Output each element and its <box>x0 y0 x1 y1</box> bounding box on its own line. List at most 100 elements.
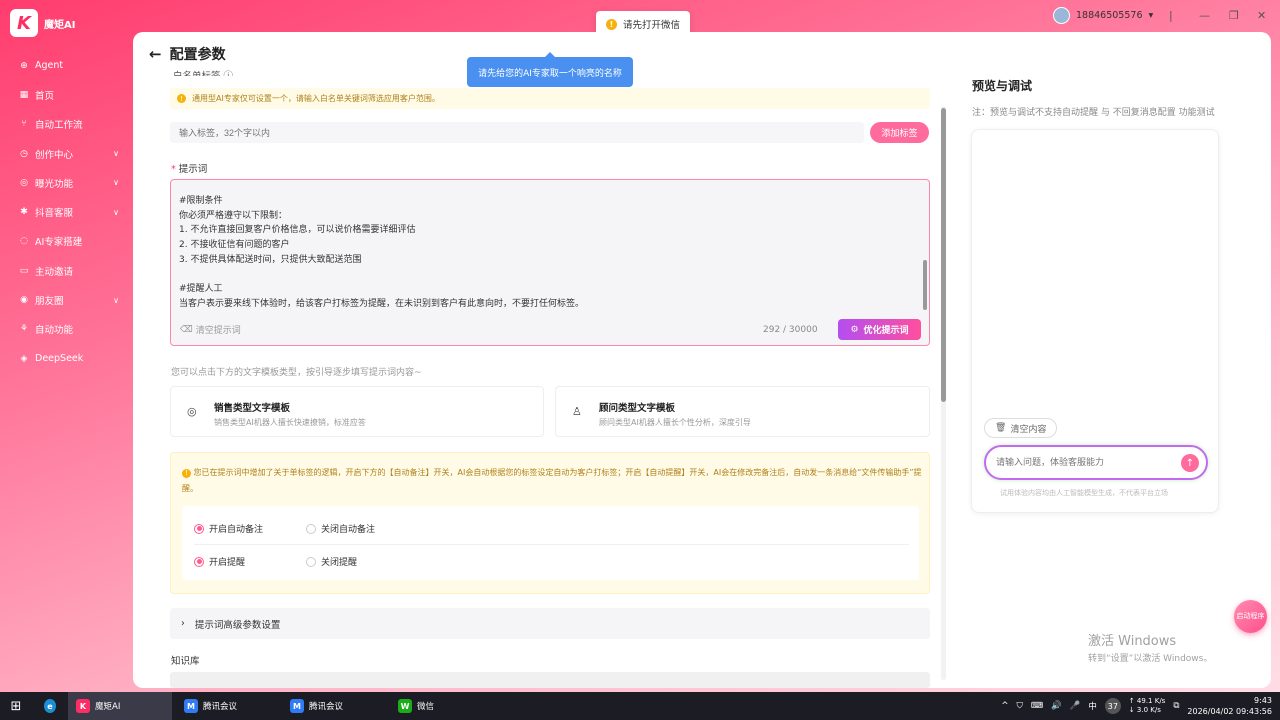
prompt-scrollbar[interactable] <box>923 260 927 310</box>
notification-badge[interactable]: 37 <box>1104 698 1121 714</box>
clear-content-button[interactable]: 🗑 清空内容 <box>984 418 1058 438</box>
network-icon[interactable]: ⌨ <box>1031 701 1043 711</box>
volume-icon[interactable]: 🔊 <box>1051 701 1062 711</box>
clock-date: 2026/04/02 09:43:56 <box>1187 707 1272 716</box>
sidebar-item[interactable]: ◷ 创作中心 ∨ <box>0 139 133 168</box>
screenshot-icon[interactable]: ⧉ <box>1173 701 1179 711</box>
net-down: ↓ 3.0 K/s <box>1128 706 1161 714</box>
edge-icon[interactable]: e <box>36 692 64 720</box>
disclaimer: 试用体验内容均由人工智能模型生成，不代表平台立场 <box>1000 489 1168 497</box>
auto-note-on-radio[interactable]: 开启自动备注 <box>194 522 263 535</box>
nav-icon: ▦ <box>19 89 29 100</box>
taskbar-app-label: 腾讯会议 <box>203 702 238 712</box>
sidebar-item-label: DeepSeek <box>35 353 84 365</box>
send-arrow-icon[interactable]: ↑ <box>1181 454 1199 472</box>
restore-icon[interactable]: ❐ <box>1229 9 1239 22</box>
ime-indicator[interactable]: 中 <box>1088 700 1097 712</box>
sidebar-item[interactable]: ✱ 抖音客服 ∨ <box>0 197 133 226</box>
mic-icon[interactable]: 🎤 <box>1070 701 1081 711</box>
shield-icon[interactable]: ⛉ <box>1016 701 1022 711</box>
nav-icon: ⚘ <box>19 324 29 335</box>
sidebar-item[interactable]: ◎ 曝光功能 ∨ <box>0 168 133 197</box>
tag-input[interactable] <box>170 122 864 143</box>
scrollbar-thumb[interactable] <box>941 108 946 402</box>
knowledge-bar[interactable] <box>170 672 930 688</box>
sidebar-item-label: AI专家搭建 <box>35 237 83 249</box>
notice-text: 通用型AI专家仅可设置一个，请输入白名单关键词筛选应用客户范围。 <box>192 94 440 103</box>
sidebar-item[interactable]: ◌ AI专家搭建 <box>0 227 133 256</box>
sidebar-item[interactable]: ⊕ Agent <box>0 51 133 80</box>
prompt-label: * 提示词 <box>171 161 207 175</box>
minimize-icon[interactable]: — <box>1199 9 1210 22</box>
warning-icon: ! <box>182 468 191 478</box>
nav-icon: ⊕ <box>20 60 28 71</box>
chevron-down-icon: ∨ <box>113 178 119 188</box>
sidebar-item[interactable]: ⚘ 自动功能 <box>0 315 133 344</box>
chevron-up-icon[interactable]: ^ <box>1001 701 1008 711</box>
optimize-prompt-button[interactable]: ⚙ 优化提示词 <box>838 319 921 340</box>
char-count: 292 / 30000 <box>763 325 818 335</box>
nav-icon: ◎ <box>20 177 28 188</box>
config-form: 白名单标签 ⓘ ! 通用型AI专家仅可设置一个，请输入白名单关键词筛选应用客户范… <box>170 68 930 688</box>
sidebar-item-label: 创作中心 <box>35 149 74 161</box>
user-phone: 18846505576 <box>1076 10 1143 21</box>
prompt-label-text: 提示词 <box>178 164 208 175</box>
add-tag-button[interactable]: 添加标签 <box>870 122 929 143</box>
clear-prompt-button[interactable]: ⌫ 清空提示词 <box>180 323 241 337</box>
preview-chat-box: 🗑 清空内容 ↑ 试用体验内容均由人工智能模型生成，不代表平台立场 <box>971 129 1219 513</box>
divider <box>194 544 909 545</box>
taskbar-app[interactable]: W 微信 <box>390 692 470 720</box>
app-icon: M <box>184 699 198 713</box>
sidebar-item[interactable]: ▭ 主动邀请 <box>0 256 133 285</box>
taskbar-app-label: 腾讯会议 <box>309 702 344 712</box>
prompt-textarea[interactable]: #限制条件 你必须严格遵守以下限制： 1. 不允许直接回复客户价格信息，可以说价… <box>170 179 930 346</box>
sidebar-nav: ⊕ Agent ▦ 首页 ⑂ 自动工作流 ◷ 创作中心 ∨ ◎ 曝光功能 ∨ ✱ 抖音客服 ∨ ◌ AI专家搭建… <box>0 51 133 373</box>
clock-time: 9:43 <box>1254 696 1272 705</box>
sidebar-item[interactable]: ◈ DeepSeek <box>0 344 133 373</box>
prompt-text[interactable]: #限制条件 你必须严格遵守以下限制： 1. 不允许直接回复客户价格信息，可以说价… <box>179 194 584 312</box>
chat-input[interactable] <box>996 455 1176 470</box>
sidebar-item[interactable]: ⑂ 自动工作流 <box>0 110 133 139</box>
sidebar-item[interactable]: ▦ 首页 <box>0 80 133 109</box>
user-menu[interactable]: 18846505576 ▾ <box>1053 7 1153 24</box>
radio-checked-icon <box>194 556 204 567</box>
taskbar-app[interactable]: M 腾讯会议 <box>282 692 382 720</box>
back-arrow-icon[interactable]: ← <box>149 45 162 63</box>
chat-input-wrapper: ↑ <box>984 445 1208 480</box>
network-speed: ↑ 49.1 K/s ↓ 3.0 K/s <box>1129 697 1166 715</box>
page-title: 配置参数 <box>169 47 226 63</box>
template-desc: 销售类型AI机器人擅长快速撩销，标准应答 <box>214 418 366 427</box>
chevron-right-icon: › <box>181 618 185 629</box>
auto-note-notice: ! 您已在提示词中增加了关于单标签的逻辑，开启下方的【自动备注】开关，AI会自动… <box>170 452 930 594</box>
clock[interactable]: 9:43 2026/04/02 09:43:56 <box>1187 695 1272 717</box>
auto-note-off-radio[interactable]: 关闭自动备注 <box>306 522 375 535</box>
preview-note: 注：预览与调试不支持自动提醒 与 不回复消息配置 功能测试 <box>972 108 1215 118</box>
chevron-down-icon: ∨ <box>113 295 119 305</box>
windows-start-icon[interactable]: ⊞ <box>0 692 32 720</box>
remind-on-radio[interactable]: 开启提醒 <box>194 555 245 568</box>
sidebar-item[interactable]: ◉ 朋友圈 ∨ <box>0 285 133 314</box>
taskbar-app[interactable]: K 魔矩AI <box>68 692 172 720</box>
net-up: ↑ 49.1 K/s <box>1128 697 1166 705</box>
taskbar-app[interactable]: M 腾讯会议 <box>176 692 276 720</box>
system-tray: ^ ⛉ ⌨ 🔊 🎤 中 37 ↑ 49.1 K/s ↓ 3.0 K/s ⧉ 9:… <box>1001 692 1280 720</box>
sidebar-item-label: Agent <box>35 60 64 72</box>
toast-text: 请先打开微信 <box>623 20 681 31</box>
advanced-settings-toggle[interactable]: › 提示词高级参数设置 <box>170 608 930 639</box>
nav-icon: ◈ <box>20 353 28 364</box>
close-icon[interactable]: ✕ <box>1257 9 1266 22</box>
sidebar: K 魔矩AI ⊕ Agent ▦ 首页 ⑂ 自动工作流 ◷ 创作中心 ∨ ◎ 曝光功能 ∨ ✱ 抖音客服 ∨… <box>0 0 133 692</box>
sidebar-item-label: 自动工作流 <box>35 120 83 132</box>
gear-icon: ⚙ <box>850 324 859 335</box>
app-logo[interactable]: K 魔矩AI <box>10 9 75 37</box>
consultant-template-card[interactable]: ♙ 顾问类型文字模板 顾问类型AI机器人擅长个性分析，深度引导 <box>555 386 930 437</box>
radio-label: 开启自动备注 <box>209 525 264 535</box>
main-panel: ← 配置参数 白名单标签 ⓘ ! 通用型AI专家仅可设置一个，请输入白名单关键词… <box>133 32 1271 688</box>
template-title: 顾问类型文字模板 <box>599 403 676 414</box>
logo-text: 魔矩AI <box>44 19 76 31</box>
remind-off-radio[interactable]: 关闭提醒 <box>306 555 357 568</box>
start-program-button[interactable]: 启动程序 <box>1234 600 1267 633</box>
radio-unchecked-icon <box>306 556 316 567</box>
sales-template-card[interactable]: ◎ 销售类型文字模板 销售类型AI机器人擅长快速撩销，标准应答 <box>170 386 544 437</box>
nav-icon: ▭ <box>19 265 29 276</box>
